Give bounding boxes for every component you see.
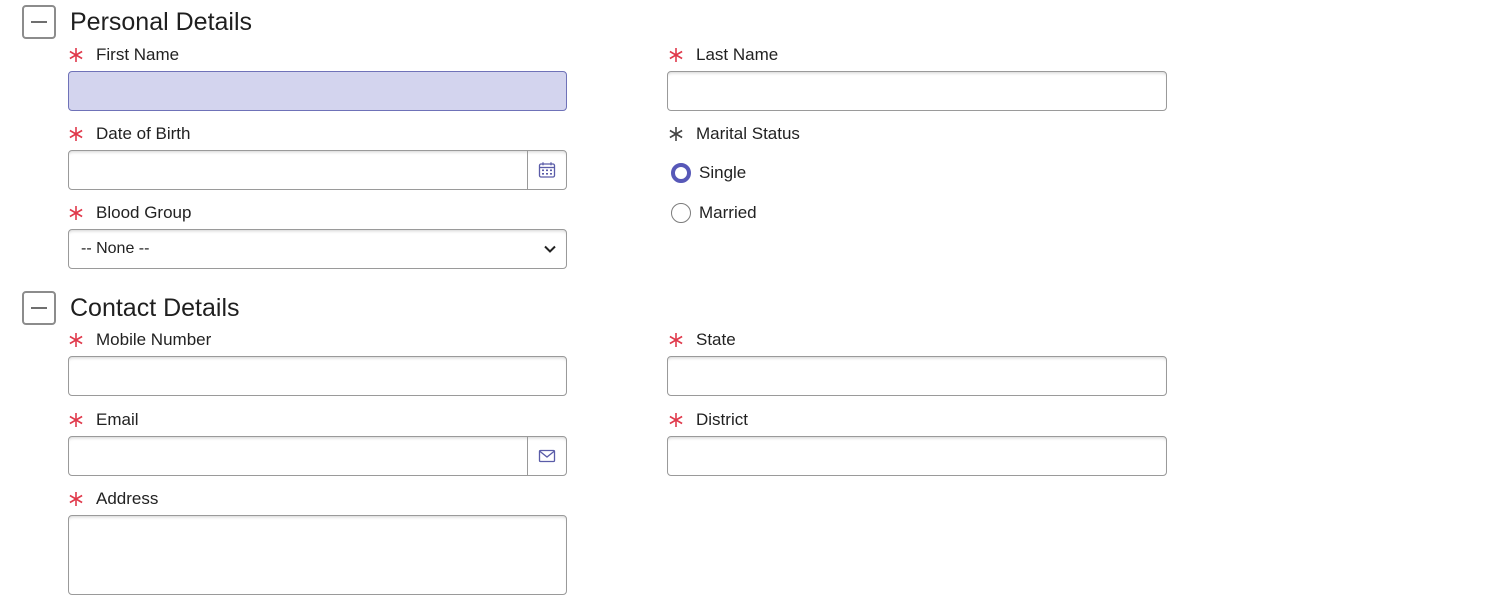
last-name-label: Last Name	[668, 45, 778, 63]
first-name-field[interactable]	[68, 71, 567, 111]
dob-input[interactable]	[69, 151, 527, 189]
radio-label-single: Single	[699, 163, 747, 182]
email-input[interactable]	[69, 437, 527, 475]
state-input[interactable]	[668, 357, 1166, 395]
marital-status-label: Marital Status	[668, 124, 800, 142]
last-name-field[interactable]	[667, 71, 1167, 111]
marital-option-single[interactable]: Single	[671, 163, 746, 183]
address-field[interactable]	[68, 515, 567, 595]
contact-details-title: Contact Details	[70, 294, 240, 322]
contact-details-collapse-button[interactable]	[22, 291, 56, 325]
asterisk-icon	[68, 412, 84, 428]
asterisk-icon	[68, 47, 84, 63]
mobile-number-input[interactable]	[69, 357, 566, 395]
state-label: State	[668, 330, 736, 348]
email-label: Email	[68, 410, 139, 428]
asterisk-icon	[68, 126, 84, 142]
asterisk-icon	[68, 491, 84, 507]
first-name-label: First Name	[68, 45, 179, 63]
minus-icon	[31, 307, 47, 309]
district-label: District	[668, 410, 748, 428]
asterisk-icon	[668, 332, 684, 348]
asterisk-icon	[668, 47, 684, 63]
blood-group-select[interactable]: -- None --	[68, 229, 567, 269]
asterisk-icon	[68, 205, 84, 221]
calendar-button[interactable]	[527, 151, 566, 189]
asterisk-icon	[668, 412, 684, 428]
address-textarea[interactable]	[69, 516, 566, 594]
mobile-number-label: Mobile Number	[68, 330, 211, 348]
address-label: Address	[68, 489, 158, 507]
asterisk-icon	[68, 332, 84, 348]
district-input[interactable]	[668, 437, 1166, 475]
asterisk-icon	[668, 126, 684, 142]
radio-label-married: Married	[699, 203, 757, 222]
blood-group-label: Blood Group	[68, 203, 191, 221]
chevron-down-icon	[544, 245, 556, 253]
email-addon[interactable]	[527, 437, 566, 475]
minus-icon	[31, 21, 47, 23]
envelope-icon	[538, 449, 556, 463]
radio-button-single[interactable]	[671, 163, 691, 183]
calendar-icon	[538, 162, 556, 178]
radio-button-married[interactable]	[671, 203, 691, 223]
marital-option-married[interactable]: Married	[671, 203, 757, 223]
form-page: Personal Details First Name Last Name Da…	[0, 0, 1492, 612]
dob-field[interactable]	[68, 150, 567, 190]
mobile-number-field[interactable]	[68, 356, 567, 396]
last-name-input[interactable]	[668, 72, 1166, 110]
state-field[interactable]	[667, 356, 1167, 396]
district-field[interactable]	[667, 436, 1167, 476]
personal-details-title: Personal Details	[70, 8, 253, 36]
blood-group-selected-value: -- None --	[81, 240, 150, 257]
personal-details-collapse-button[interactable]	[22, 5, 56, 39]
dob-label: Date of Birth	[68, 124, 191, 142]
email-field[interactable]	[68, 436, 567, 476]
first-name-input[interactable]	[69, 72, 566, 110]
